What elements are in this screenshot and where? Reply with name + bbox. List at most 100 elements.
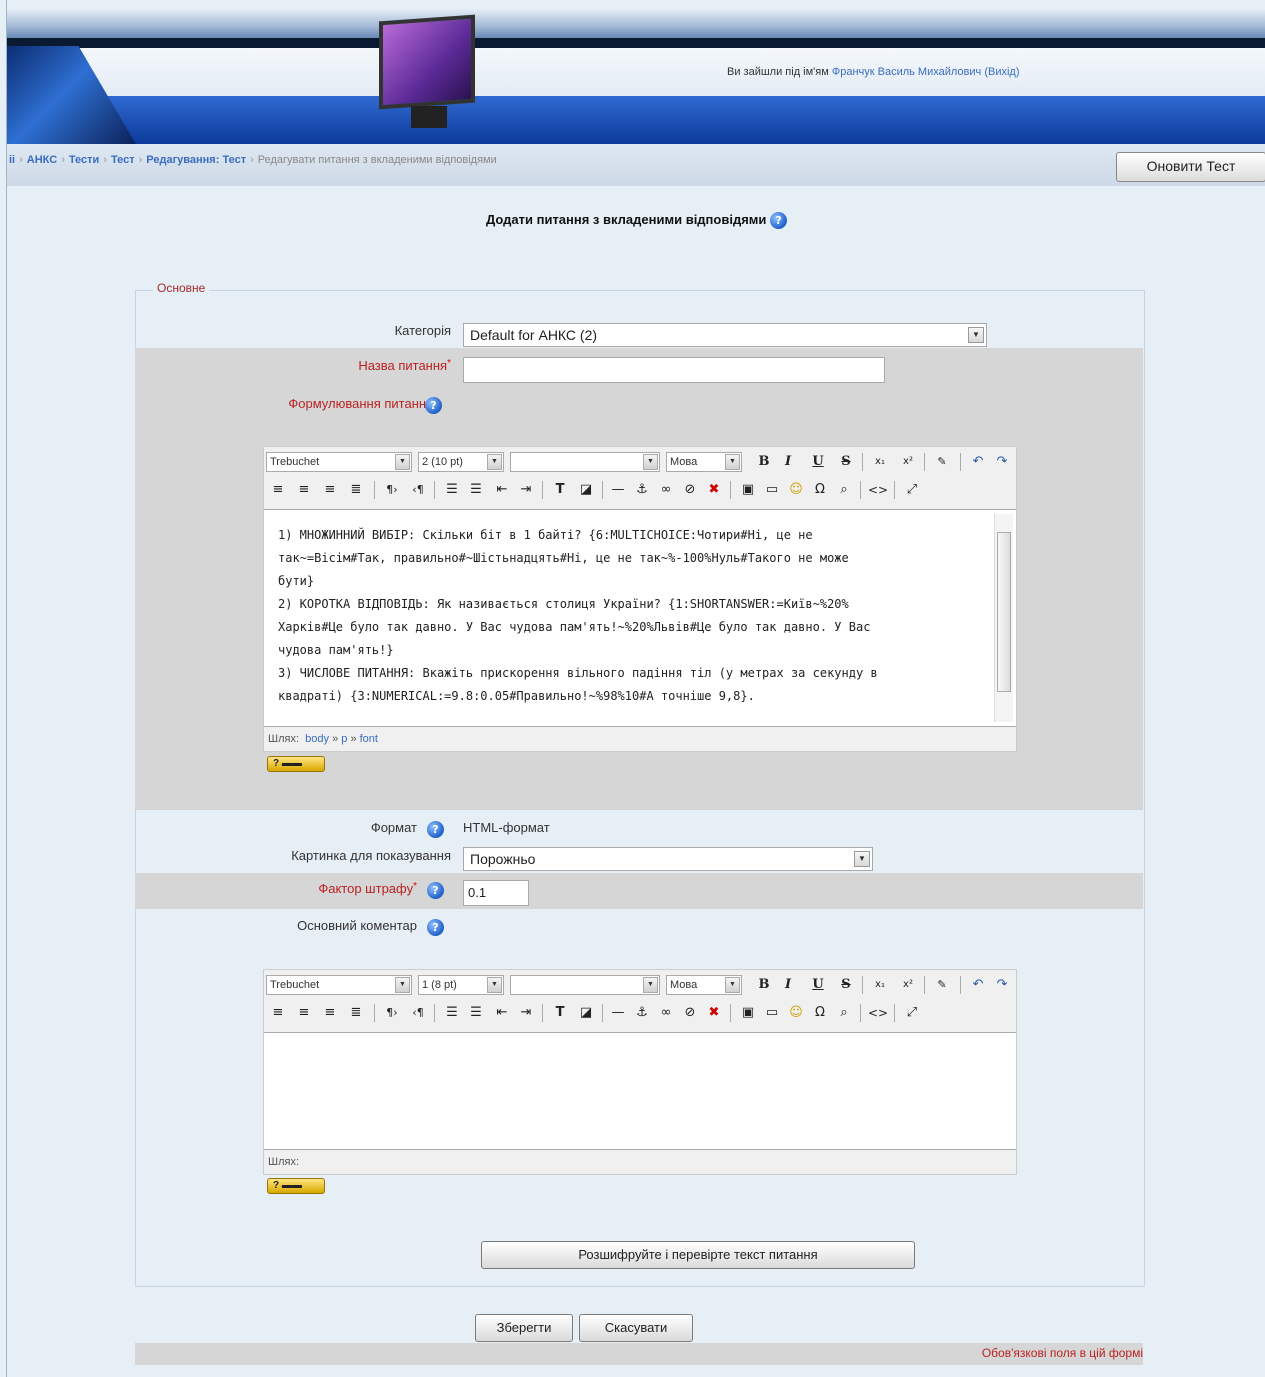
align-justify-icon[interactable]: ≣ [346,1002,366,1024]
help-icon[interactable]: ? [425,397,442,414]
fullscreen-icon[interactable]: ⤢ [902,1002,922,1024]
background-color-icon[interactable]: ◪ [576,479,596,501]
chevron-down-icon[interactable]: ▼ [854,851,870,867]
help-icon[interactable]: ? [770,212,788,230]
horizontal-rule-icon[interactable]: — [608,1002,628,1024]
breadcrumb-item[interactable]: ii [9,154,15,166]
chevron-down-icon[interactable]: ▼ [487,977,502,993]
search-replace-icon[interactable]: ⌕ [834,479,854,501]
nolink-icon[interactable]: ✖ [704,1002,724,1024]
html-source-icon[interactable]: <> [868,1002,888,1024]
special-char-icon[interactable]: Ω [810,1002,830,1024]
text-color-icon[interactable]: T [550,1002,570,1024]
align-right-icon[interactable]: ≡ [320,479,340,501]
unordered-list-icon[interactable]: ☰ [466,479,486,501]
chevron-down-icon[interactable]: ▼ [395,977,410,993]
font-select[interactable]: Trebuchet ▼ [266,975,412,995]
font-select[interactable]: Trebuchet ▼ [266,452,412,472]
indent-icon[interactable]: ⇥ [516,1002,536,1024]
path-item[interactable]: p [341,733,347,745]
undo-icon[interactable]: ↶ [968,974,988,996]
smiley-icon[interactable]: ☺ [786,479,806,501]
size-select[interactable]: 2 (10 pt) ▼ [418,452,504,472]
strikethrough-icon[interactable]: S [836,974,856,996]
help-icon[interactable]: ? [427,919,444,936]
text-color-icon[interactable]: T [550,479,570,501]
redo-icon[interactable]: ↷ [992,451,1012,473]
chevron-down-icon[interactable]: ▼ [395,454,410,470]
subscript-icon[interactable]: x₁ [870,451,890,473]
breadcrumb-item[interactable]: Тест [111,154,135,166]
align-justify-icon[interactable]: ≣ [346,479,366,501]
nolink-icon[interactable]: ✖ [704,479,724,501]
language-select[interactable]: Мова ▼ [666,975,742,995]
update-test-button[interactable]: Оновити Тест [1116,152,1265,182]
image-select[interactable]: Порожньо ▼ [463,847,873,871]
indent-icon[interactable]: ⇥ [516,479,536,501]
unordered-list-icon[interactable]: ☰ [466,1002,486,1024]
ordered-list-icon[interactable]: ☰ [442,479,462,501]
align-right-icon[interactable]: ≡ [320,1002,340,1024]
decode-verify-button[interactable]: Розшифруйте і перевірте текст питання [481,1241,915,1269]
align-left-icon[interactable]: ≡ [268,1002,288,1024]
rtl-icon[interactable]: ‹¶ [408,479,428,501]
link-icon[interactable]: ∞ [656,479,676,501]
redo-icon[interactable]: ↷ [992,974,1012,996]
breadcrumb-item[interactable]: Редагування: Тест [146,154,246,166]
editor-scrollbar[interactable] [994,514,1013,722]
unlink-icon[interactable]: ⊘ [680,1002,700,1024]
chevron-down-icon[interactable]: ▼ [643,454,658,470]
align-center-icon[interactable]: ≡ [294,479,314,501]
heading-select[interactable]: ▼ [510,452,660,472]
superscript-icon[interactable]: x² [898,451,918,473]
clean-word-icon[interactable]: ✎ [932,974,952,996]
keyboard-help-icon[interactable]: ? ▬▬ [267,756,325,772]
outdent-icon[interactable]: ⇤ [492,1002,512,1024]
smiley-icon[interactable]: ☺ [786,1002,806,1024]
undo-icon[interactable]: ↶ [968,451,988,473]
superscript-icon[interactable]: x² [898,974,918,996]
help-icon[interactable]: ? [427,882,444,899]
keyboard-help-icon[interactable]: ? ▬▬ [267,1178,325,1194]
breadcrumb-item[interactable]: Тести [69,154,99,166]
chevron-down-icon[interactable]: ▼ [487,454,502,470]
search-replace-icon[interactable]: ⌕ [834,1002,854,1024]
underline-icon[interactable]: U [808,451,828,473]
anchor-icon[interactable]: ⚓ [632,479,652,501]
path-item[interactable]: font [360,733,378,745]
subscript-icon[interactable]: x₁ [870,974,890,996]
question-text-area[interactable]: 1) МНОЖИННИЙ ВИБІР: Скільки біт в 1 байт… [264,509,1016,727]
fullscreen-icon[interactable]: ⤢ [902,479,922,501]
unlink-icon[interactable]: ⊘ [680,479,700,501]
horizontal-rule-icon[interactable]: — [608,479,628,501]
path-item[interactable]: body [305,733,329,745]
html-source-icon[interactable]: <> [868,479,888,501]
bold-icon[interactable]: B [754,451,774,473]
background-color-icon[interactable]: ◪ [576,1002,596,1024]
cancel-button[interactable]: Скасувати [579,1314,693,1342]
save-button[interactable]: Зберегти [475,1314,573,1342]
chevron-down-icon[interactable]: ▼ [968,327,984,343]
ltr-icon[interactable]: ¶› [382,479,402,501]
scrollbar-thumb[interactable] [997,532,1011,692]
breadcrumb-item[interactable]: АНКС [27,154,57,166]
strikethrough-icon[interactable]: S [836,451,856,473]
rtl-icon[interactable]: ‹¶ [408,1002,428,1024]
heading-select[interactable]: ▼ [510,975,660,995]
link-icon[interactable]: ∞ [656,1002,676,1024]
chevron-down-icon[interactable]: ▼ [725,454,740,470]
italic-icon[interactable]: I [778,974,798,996]
table-icon[interactable]: ▭ [762,479,782,501]
language-select[interactable]: Мова ▼ [666,452,742,472]
penalty-input[interactable]: 0.1 [463,880,529,906]
underline-icon[interactable]: U [808,974,828,996]
anchor-icon[interactable]: ⚓ [632,1002,652,1024]
ltr-icon[interactable]: ¶› [382,1002,402,1024]
category-select[interactable]: Default for АНКС (2) ▼ [463,323,987,347]
logout-link[interactable]: (Вихід) [984,66,1019,78]
align-left-icon[interactable]: ≡ [268,479,288,501]
image-icon[interactable]: ▣ [738,479,758,501]
user-name-link[interactable]: Франчук Василь Михайлович [832,66,981,78]
align-center-icon[interactable]: ≡ [294,1002,314,1024]
image-icon[interactable]: ▣ [738,1002,758,1024]
